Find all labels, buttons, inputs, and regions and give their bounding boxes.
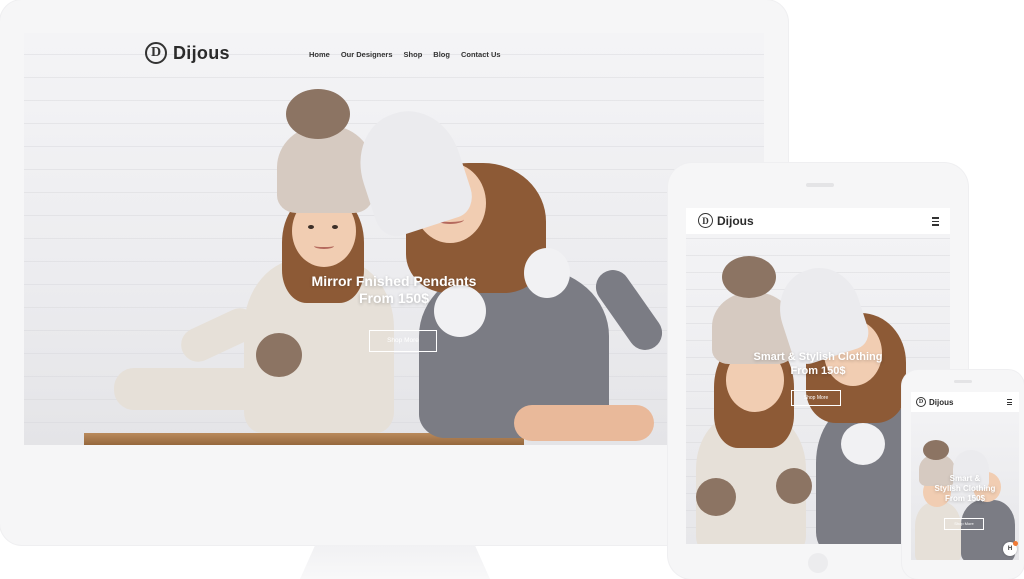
nav-item-our-designers[interactable]: Our Designers xyxy=(341,50,393,59)
nav-item-home[interactable]: Home xyxy=(309,50,330,59)
tablet-home-button xyxy=(808,553,828,573)
logo-d-icon: D xyxy=(145,42,167,64)
phone-hero-title: Smart & Stylish Clothing From 150$ xyxy=(925,474,1005,504)
tablet-hero-title-line-1: Smart & Stylish Clothing xyxy=(753,351,883,363)
main-nav: Home Our Designers Shop Blog Contact Us xyxy=(309,50,501,59)
ph-girl-left-sweater xyxy=(915,502,961,560)
nav-item-contact-us[interactable]: Contact Us xyxy=(461,50,501,59)
nav-item-shop[interactable]: Shop xyxy=(404,50,423,59)
hero-title-line-1: Mirror Fnished Pendants xyxy=(311,273,477,289)
girl-right-leg xyxy=(514,405,654,441)
phone-screen: D Dijous Smart & Stylish Clothing From 1… xyxy=(911,392,1019,560)
phone-speaker xyxy=(954,380,972,383)
phone-header: D Dijous xyxy=(911,392,1019,412)
phone-hero-title-line-2: Stylish Clothing xyxy=(934,484,996,493)
tablet-shop-more-button[interactable]: Shop More xyxy=(791,390,841,406)
hamburger-menu-icon[interactable] xyxy=(932,217,939,228)
tablet-site-logo[interactable]: D Dijous xyxy=(698,213,754,228)
chat-badge-icon[interactable]: H xyxy=(1003,541,1018,556)
girl-right-tassel-2 xyxy=(524,248,570,298)
phone-hero-title-line-1: Smart & xyxy=(949,474,981,483)
hero-photo xyxy=(24,33,764,445)
hamburger-menu-icon[interactable] xyxy=(1007,399,1012,407)
monitor-stand xyxy=(300,545,490,579)
girl-left-pompom xyxy=(286,89,350,139)
phone-site-logo[interactable]: D Dijous xyxy=(916,397,953,407)
tablet-hero-title: Smart & Stylish Clothing From 150$ xyxy=(738,350,898,378)
tablet-speaker xyxy=(806,183,834,187)
desktop-screen: D Dijous Home Our Designers Shop Blog Co… xyxy=(24,33,764,445)
tab-girl-left-tassel-2 xyxy=(776,468,812,504)
phone-shop-more-button[interactable]: Shop More xyxy=(944,518,984,530)
phone-hero-title-line-3: From 150$ xyxy=(944,494,986,503)
phone-device: D Dijous Smart & Stylish Clothing From 1… xyxy=(902,370,1024,579)
ph-girl-left-pompom xyxy=(923,440,949,460)
site-logo[interactable]: D Dijous xyxy=(145,42,230,64)
logo-text: Dijous xyxy=(173,42,230,63)
logo-d-icon: D xyxy=(916,397,926,407)
tab-girl-left-pompom xyxy=(722,256,776,298)
shop-more-button[interactable]: Shop More xyxy=(369,330,437,352)
tab-girl-left-tassel xyxy=(696,478,736,516)
tab-girl-right-tassel xyxy=(841,423,885,465)
girl-left-tassel xyxy=(256,333,302,377)
logo-text: Dijous xyxy=(929,397,954,407)
logo-text: Dijous xyxy=(717,213,754,228)
tablet-header: D Dijous xyxy=(686,208,950,234)
tablet-hero-title-line-2: From 150$ xyxy=(790,365,846,377)
hero-title: Mirror Fnished Pendants From 150$ xyxy=(294,273,494,307)
logo-d-icon: D xyxy=(698,213,713,228)
hero-title-line-2: From 150$ xyxy=(358,290,430,306)
nav-item-blog[interactable]: Blog xyxy=(433,50,450,59)
